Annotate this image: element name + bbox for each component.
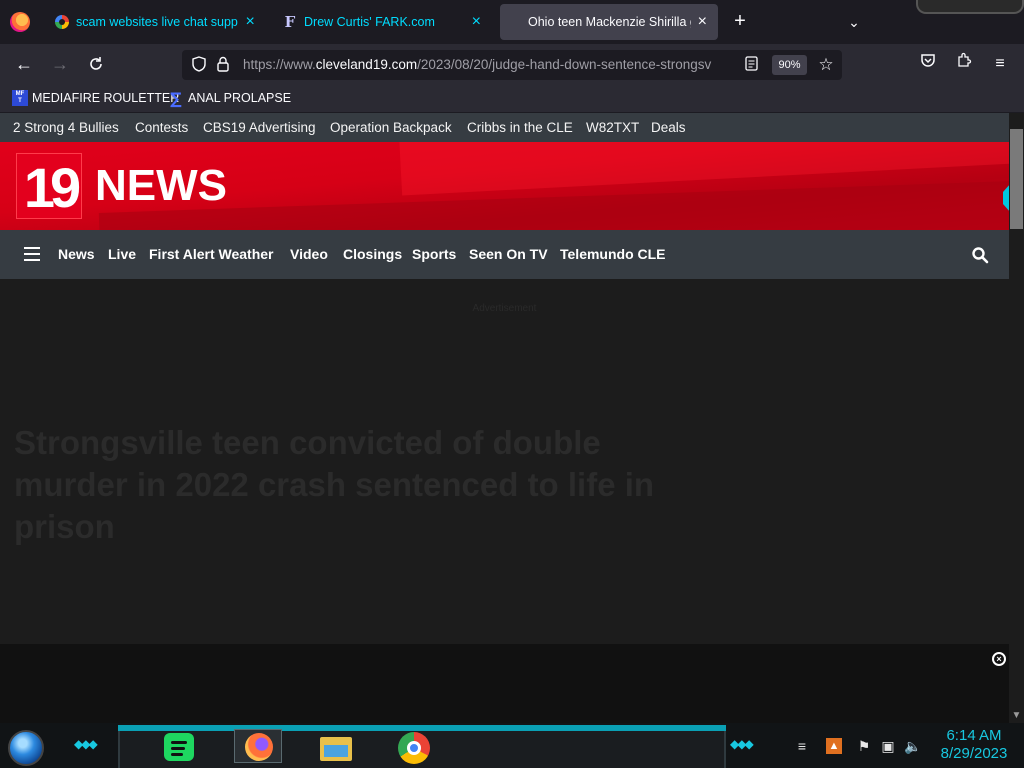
mediafire-icon: MF T <box>12 90 28 106</box>
scroll-down-arrow-icon[interactable]: ▼ <box>1009 709 1024 723</box>
forward-button[interactable]: → <box>48 52 72 76</box>
tab-title: Ohio teen Mackenzie Shirilla gets <box>528 15 691 29</box>
tab-active-article[interactable]: Ohio teen Mackenzie Shirilla gets × <box>500 4 718 40</box>
navigation-toolbar: ← → https://www.cleveland19.com/2023/08/… <box>0 44 1024 84</box>
close-tab-icon[interactable]: × <box>469 14 484 30</box>
nav-news[interactable]: News <box>58 246 95 262</box>
close-tab-icon[interactable]: × <box>242 14 258 30</box>
tab-fark[interactable]: F Drew Curtis' FARK.com × <box>274 4 492 40</box>
bookmark-star-icon[interactable]: ☆ <box>816 55 836 75</box>
list-all-tabs-button[interactable]: ⌄ <box>842 10 866 34</box>
zoom-level-button[interactable]: 90% <box>772 55 807 75</box>
top-link-contests[interactable]: Contests <box>135 120 188 135</box>
nav-sports[interactable]: Sports <box>412 246 456 262</box>
url-path: /2023/08/20/judge-hand-down-sentence-str… <box>417 57 712 72</box>
taskbar-decoration-right: ◆◆◆ <box>730 737 754 751</box>
new-tab-button[interactable]: + <box>728 10 752 34</box>
bookmark-label: MEDIAFIRE ROULETTER <box>32 91 180 105</box>
spotify-icon[interactable] <box>162 731 196 763</box>
tracking-protection-shield-icon[interactable] <box>190 56 208 74</box>
back-button[interactable]: ← <box>12 52 36 76</box>
clock-date: 8/29/2023 <box>940 745 1008 762</box>
chrome-icon[interactable] <box>396 731 430 764</box>
logo-19-box[interactable]: 19 <box>16 153 82 219</box>
close-tab-icon[interactable]: × <box>695 14 710 30</box>
clock[interactable]: 6:14 AM 8/29/2023 <box>932 727 1016 763</box>
bottom-ad-overlay: × <box>0 644 1009 723</box>
pocket-icon[interactable] <box>916 52 940 76</box>
nav-video[interactable]: Video <box>290 246 328 262</box>
close-icon[interactable]: × <box>992 652 1006 666</box>
logo-number: 19 <box>23 156 81 219</box>
top-link-cbs19-advertising[interactable]: CBS19 Advertising <box>203 120 316 135</box>
site-banner: 19 NEWS <box>0 142 1009 230</box>
taskbar: ◆◆◆ ◆◆◆ ≡ ▲ ⚑ ▣ 🔈 6:14 AM 8/29/2023 <box>0 723 1024 768</box>
tab-title: Drew Curtis' FARK.com <box>304 15 435 29</box>
reader-view-icon[interactable] <box>742 56 760 74</box>
tab-title: scam websites live chat support <box>76 15 239 29</box>
extensions-icon[interactable] <box>952 52 976 76</box>
logo-news-text[interactable]: NEWS <box>95 162 227 210</box>
app-menu-icon[interactable]: ≡ <box>988 52 1012 76</box>
web-page: 2 Strong 4 Bullies Contests CBS19 Advert… <box>0 113 1009 723</box>
taskbar-decoration-left: ◆◆◆ <box>74 737 98 751</box>
reload-button[interactable] <box>84 52 108 76</box>
page-scrollbar[interactable]: ▼ <box>1009 113 1024 723</box>
window-controls[interactable] <box>916 0 1024 14</box>
url-host: cleveland19.com <box>315 57 418 72</box>
show-hidden-icons[interactable]: ≡ <box>794 738 810 754</box>
advertisement-label: Advertisement <box>472 303 537 314</box>
start-button[interactable] <box>8 730 44 766</box>
top-link-cribbs-in-the-cle[interactable]: Cribbs in the CLE <box>467 120 573 135</box>
google-icon <box>54 14 70 30</box>
clock-time: 6:14 AM <box>946 727 1002 744</box>
bookmark-anal-prolapse[interactable]: ∑ ANAL PROLAPSE <box>168 88 292 108</box>
bookmarks-toolbar: MF T MEDIAFIRE ROULETTER ∑ ANAL PROLAPSE <box>0 84 1024 112</box>
search-icon[interactable] <box>971 246 989 264</box>
nav-first-alert-weather[interactable]: First Alert Weather <box>149 246 273 262</box>
app-tray-icon[interactable]: ▲ <box>826 738 842 754</box>
network-icon[interactable]: ▣ <box>880 738 896 754</box>
url-bar[interactable]: https://www.cleveland19.com/2023/08/20/j… <box>182 50 842 80</box>
firefox-menu-icon[interactable] <box>10 12 30 32</box>
url-text[interactable]: https://www.cleveland19.com/2023/08/20/j… <box>243 57 733 73</box>
fark-icon: F <box>284 13 296 31</box>
top-link-operation-backpack[interactable]: Operation Backpack <box>330 120 452 135</box>
top-link-deals[interactable]: Deals <box>651 120 686 135</box>
lock-icon[interactable] <box>216 56 234 74</box>
top-link-2-strong-4-bullies[interactable]: 2 Strong 4 Bullies <box>13 120 119 135</box>
scrollbar-thumb[interactable] <box>1010 129 1023 229</box>
url-prefix: https://www. <box>243 57 316 72</box>
bookmark-mediafire-rouletter[interactable]: MF T MEDIAFIRE ROULETTER <box>12 89 179 107</box>
site-top-links: 2 Strong 4 Bullies Contests CBS19 Advert… <box>0 113 1009 142</box>
article-headline: Strongsville teen convicted of double mu… <box>14 424 655 545</box>
top-link-w82txt[interactable]: W82TXT <box>586 120 639 135</box>
file-explorer-icon[interactable] <box>318 731 352 763</box>
nav-telemundo-cle[interactable]: Telemundo CLE <box>560 246 666 262</box>
flag-icon[interactable]: ⚑ <box>856 738 872 754</box>
firefox-icon[interactable] <box>234 729 282 763</box>
hamburger-menu-icon[interactable] <box>24 247 40 261</box>
nav-live[interactable]: Live <box>108 246 136 262</box>
nav-closings[interactable]: Closings <box>343 246 402 262</box>
tab-scam-websites[interactable]: scam websites live chat support × <box>46 4 266 40</box>
bookmark-label: ANAL PROLAPSE <box>188 91 292 105</box>
site-main-nav: News Live First Alert Weather Video Clos… <box>0 230 1009 279</box>
nav-seen-on-tv[interactable]: Seen On TV <box>469 246 548 262</box>
volume-icon[interactable]: 🔈 <box>904 738 921 754</box>
sigma-icon: ∑ <box>170 88 182 108</box>
tab-strip: scam websites live chat support × F Drew… <box>0 0 1024 44</box>
